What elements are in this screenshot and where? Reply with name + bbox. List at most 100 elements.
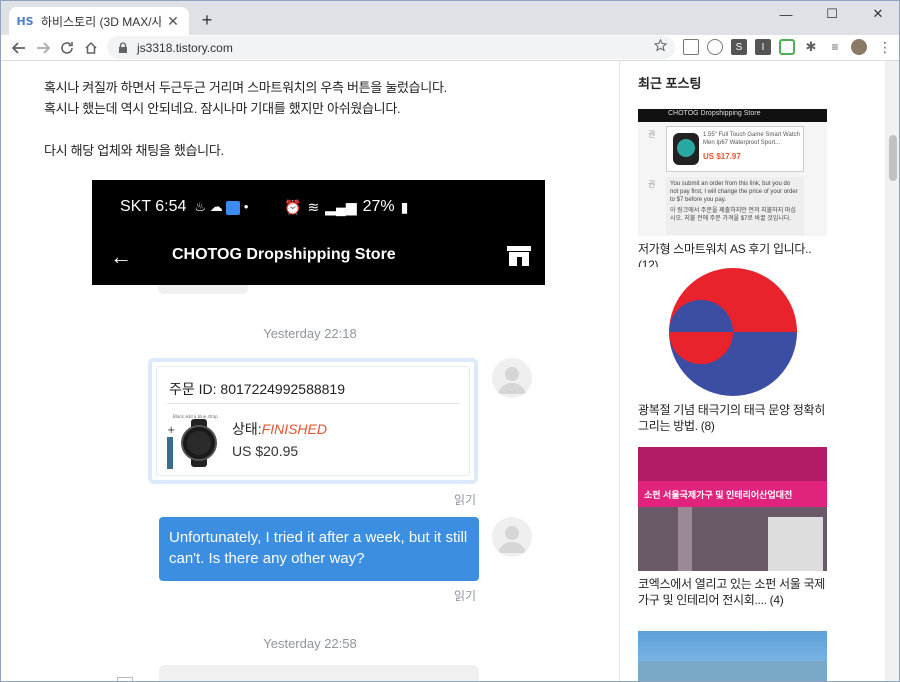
smartwatch-product-image: + Black add a blue strap [167,414,218,469]
order-card[interactable]: 주문 ID: 8017224992588819 + Black add a bl… [148,358,478,484]
taegeuk-symbol-image [669,268,797,396]
person-icon [498,526,526,553]
new-tab-button[interactable]: + [197,10,217,30]
s-extension-icon[interactable]: S [731,39,747,55]
chat-timestamp: Yesterday 22:18 [263,326,357,341]
globe-extension-icon[interactable] [707,39,723,55]
url-text: js3318.tistory.com [137,40,233,55]
article-paragraph: 혹시나 했는데 역시 안되네요. 잠시나마 기대를 했지만 아쉬웠습니다. [44,101,401,116]
browser-window: HS 하비스토리 (3D MAX/사진/RC/드 ✕ + — ☐ ✕ js331… [0,0,900,682]
site-favicon-icon: HS [16,14,34,28]
browser-tab[interactable]: HS 하비스토리 (3D MAX/사진/RC/드 ✕ [9,7,189,35]
thumb-product-card: 1.55" Full Touch Game Smart Watch Men Ip… [666,126,804,172]
close-window-button[interactable]: ✕ [855,1,899,27]
green-extension-icon[interactable] [779,39,795,55]
svg-text:+: + [167,425,175,436]
reload-button[interactable] [55,36,79,60]
exhibition-banner: 소펀 서울국제가구 및 인테리어산업대전 [638,481,827,507]
exhibition-booth [768,517,823,571]
thumb-watch-image [673,133,699,165]
thumb-message-en: You submit an order from this link, but … [670,181,798,203]
order-card-inner: 주문 ID: 8017224992588819 + Black add a bl… [156,366,470,476]
thumb-side-mark: 권 [648,180,656,189]
thumb-side-mark: 권 [648,130,656,139]
i-extension-icon[interactable]: I [755,39,771,55]
lock-icon [119,41,127,53]
previous-message-bubble [158,285,248,294]
page-viewport: 혹시나 켜질까 하면서 두근두근 거리며 스마트워치의 우측 버튼을 눌렀습니다… [1,61,899,681]
product-caption: Black add a blue strap [173,414,218,419]
battery-level: 27% [362,198,395,215]
phone-status-right: ⏰ ≋ ▂▄▆ 27% ▮ [284,198,408,216]
alarm-icon: ⏰ [284,198,302,215]
thumb-header: CHOTOG Dropshipping Store [638,109,827,122]
person-icon [498,367,526,394]
user-avatar [492,358,532,398]
sidebar: 최근 포스팅 CHOTOG Dropshipping Store 권 1.55"… [620,61,885,681]
user-avatar [492,517,532,557]
home-button[interactable] [79,36,103,60]
back-button[interactable] [7,36,31,60]
article-content: 혹시나 켜질까 하면서 두근두근 거리며 스마트워치의 우측 버튼을 눌렀습니다… [1,61,619,681]
arrow-left-icon [12,42,25,54]
order-price: US $20.95 [232,443,299,459]
post-thumbnail[interactable]: CHOTOG Dropshipping Store 권 1.55" Full T… [638,109,827,236]
scrollbar-thumb[interactable] [889,135,897,181]
thumb-store-name: CHOTOG Dropshipping Store [668,110,761,117]
carrier-time: SKT 6:54 [120,198,187,215]
arrow-right-icon [37,42,50,54]
signal-icon: ▂▄▆ [325,198,357,215]
post-thumbnail[interactable] [638,267,827,397]
bookmark-star-icon[interactable] [654,39,667,52]
order-id: 주문 ID: 8017224992588819 [169,381,346,397]
puzzle-extensions-icon[interactable]: ✱ [803,39,819,55]
read-receipt: 읽기 [454,493,477,507]
page-scrollbar[interactable] [885,61,899,681]
incoming-message-bubble [159,665,479,681]
article-paragraph: 혹시나 켜질까 하면서 두근두근 거리며 스마트워치의 우측 버튼을 눌렀습니다… [44,80,447,95]
maximize-button[interactable]: ☐ [809,1,855,27]
post-thumbnail[interactable]: 소펀 서울국제가구 및 인테리어산업대전 [638,447,827,571]
store-bar: ← CHOTOG Dropshipping Store [92,238,545,278]
forward-button[interactable] [31,36,55,60]
exhibition-pillar [678,507,692,571]
exhibition-banner-top [638,447,827,481]
minimize-button[interactable]: — [763,1,809,27]
post-title-link[interactable]: 코엑스에서 열리고 있는 소펀 서울 국제 가구 및 인테리어 전시회.... … [638,576,833,608]
post-thumbnail[interactable] [638,631,827,681]
notification-icons: ♨ ☁ • [194,199,249,215]
article-paragraph: 다시 해당 업체와 채팅을 했습니다. [44,143,224,158]
landscape-hills [638,661,827,681]
media-control-icon[interactable]: ≡ [827,39,843,55]
address-bar[interactable]: js3318.tistory.com [107,36,675,59]
sent-message-bubble: Unfortunately, I tried it after a week, … [159,517,479,581]
battery-icon: ▮ [400,198,409,215]
phone-status-bar: SKT 6:54 ♨ ☁ • [120,198,248,216]
tab-strip: HS 하비스토리 (3D MAX/사진/RC/드 ✕ + — ☐ ✕ [1,1,899,35]
back-arrow-icon: ← [110,244,132,269]
store-icon [507,246,531,266]
order-divider [167,403,459,404]
partial-icon [117,677,133,681]
tab-close-icon[interactable]: ✕ [165,13,181,30]
store-name: CHOTOG Dropshipping Store [172,246,396,263]
post-title-link[interactable]: 광복절 기념 태극기의 태극 문양 정확히 그리는 방법. (8) [638,402,833,434]
thumb-product-price: US $17.97 [703,152,741,161]
recent-posts-title: 최근 포스팅 [638,76,702,91]
order-status: 상태:FINISHED [232,419,327,439]
status-value: FINISHED [261,421,327,437]
profile-avatar-icon[interactable] [851,39,867,55]
thumb-message-ko: 이 링크에서 주문을 제출하지만 먼저 지불하지 마십시오. 지불 전에 주문 … [670,208,796,222]
wifi-icon: ≋ [307,198,320,215]
tab-title: 하비스토리 (3D MAX/사진/RC/드 [41,14,161,29]
browser-toolbar: js3318.tistory.com S I ✱ ≡ ⋮ [1,35,899,61]
thumb-product-title: 1.55" Full Touch Game Smart Watch Men Ip… [703,132,800,146]
reload-icon [61,42,73,54]
thumb-message: You submit an order from this link, but … [666,177,804,235]
screen-capture-extension-icon[interactable] [683,39,699,55]
home-icon [85,41,97,54]
read-receipt: 읽기 [454,589,477,603]
chat-timestamp: Yesterday 22:58 [263,636,357,651]
menu-kebab-icon[interactable]: ⋮ [877,39,893,55]
status-label: 상태: [232,421,262,437]
